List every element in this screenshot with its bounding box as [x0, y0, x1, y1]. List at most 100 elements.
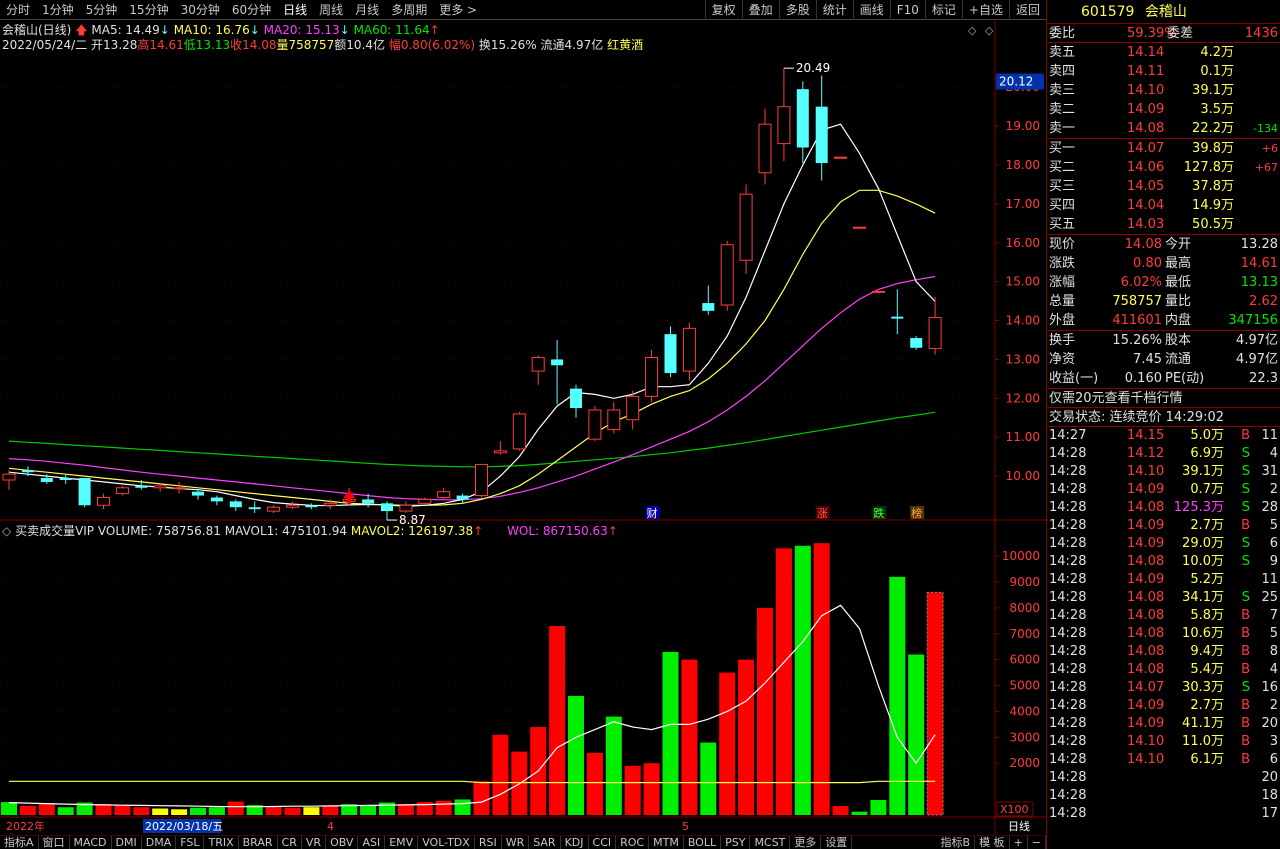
tool-button-4[interactable]: 画线 — [852, 0, 890, 20]
price-axis-label: 13.00 — [1006, 352, 1040, 366]
period-tab-4[interactable]: 30分钟 — [175, 0, 226, 20]
indicator-tab-23[interactable]: MCST — [750, 836, 791, 849]
period-tab-2[interactable]: 5分钟 — [80, 0, 124, 20]
indicator-tab-12[interactable]: EMV — [385, 836, 419, 849]
ask-level-4[interactable]: 卖一 14.08 22.2万 -134 — [1047, 119, 1280, 138]
indicator-tab-4[interactable]: DMA — [142, 836, 177, 849]
candle-body — [2, 473, 16, 481]
ask-level-0[interactable]: 卖五 14.14 4.2万 — [1047, 43, 1280, 62]
tool-button-8[interactable]: 返回 — [1008, 0, 1046, 20]
indicator-tab-11[interactable]: ASI — [358, 836, 386, 849]
indicator-tab-18[interactable]: CCI — [589, 836, 617, 849]
indicator-tab-24[interactable]: 更多 — [790, 836, 822, 849]
indicator-tab-6[interactable]: TRIX — [204, 836, 239, 849]
template-tab-2[interactable]: + — [1010, 836, 1028, 849]
trade-row: 14:28 14.09 5.2万 11 — [1047, 571, 1280, 589]
tool-button-0[interactable]: 复权 — [704, 0, 742, 20]
template-tab-3[interactable]: − — [1028, 836, 1046, 849]
period-tab-3[interactable]: 15分钟 — [123, 0, 174, 20]
trade-count: 20 — [1261, 770, 1278, 785]
indicator-tab-9[interactable]: VR — [302, 836, 327, 849]
stat-row-4[interactable]: 外盘 411601 内盘 347156 — [1047, 311, 1280, 330]
share-stat-label: 流通 — [1165, 352, 1192, 367]
trade-row: 14:28 14.09 2.7万 B 5 — [1047, 517, 1280, 535]
stat-row-2[interactable]: 涨幅 6.02% 最低 13.13 — [1047, 273, 1280, 292]
period-tab-9[interactable]: 多周期 — [385, 0, 433, 20]
period-tab-10[interactable]: 更多 > — [433, 0, 483, 20]
share-stat-row-1[interactable]: 净资 7.45 流通 4.97亿 — [1047, 350, 1280, 369]
concept-tag[interactable]: 红黄酒 — [607, 38, 643, 52]
stat-value: 411601 — [1112, 313, 1162, 328]
trade-price: 14.07 — [1127, 680, 1165, 695]
trade-side: S — [1241, 536, 1250, 551]
volume-bar — [57, 807, 74, 815]
indicator-tab-3[interactable]: DMI — [112, 836, 142, 849]
stat-row-0[interactable]: 现价 14.08 今开 13.28 — [1047, 235, 1280, 254]
indicator-tab-20[interactable]: MTM — [649, 836, 684, 849]
trade-row: 14:28 14.10 39.1万 S 31 — [1047, 463, 1280, 481]
candle-body — [418, 498, 432, 504]
indicator-tab-15[interactable]: WR — [502, 836, 530, 849]
bid-level-4[interactable]: 买五 14.03 50.5万 — [1047, 215, 1280, 234]
tool-button-7[interactable]: +自选 — [961, 0, 1009, 20]
stat-row-1[interactable]: 涨跌 0.80 最高 14.61 — [1047, 254, 1280, 273]
tool-button-2[interactable]: 多股 — [778, 0, 816, 20]
indicator-tab-5[interactable]: FSL — [176, 836, 205, 849]
tool-button-6[interactable]: 标记 — [924, 0, 962, 20]
ask-level-3[interactable]: 卖二 14.09 3.5万 — [1047, 100, 1280, 119]
indicator-tab-2[interactable]: MACD — [70, 836, 112, 849]
indicator-tab-22[interactable]: PSY — [721, 836, 751, 849]
indicator-tab-19[interactable]: ROC — [616, 836, 650, 849]
trade-side: B — [1241, 518, 1250, 533]
share-stat-row-2[interactable]: 收益(一) 0.160 PE(动) 22.3 — [1047, 369, 1280, 388]
period-tab-8[interactable]: 月线 — [349, 0, 385, 20]
candle-body — [891, 316, 904, 319]
bid-level-1[interactable]: 买二 14.06 127.8万 +67 — [1047, 158, 1280, 177]
indicator-tab-0[interactable]: 指标A — [0, 836, 39, 849]
period-tab-5[interactable]: 60分钟 — [226, 0, 277, 20]
period-tab-0[interactable]: 分时 — [0, 0, 36, 20]
bid-level-2[interactable]: 买三 14.05 37.8万 — [1047, 177, 1280, 196]
candle-body — [570, 388, 582, 409]
share-stat-row-0[interactable]: 换手 15.26% 股本 4.97亿 — [1047, 331, 1280, 350]
chart-area[interactable]: 20.0019.0018.0017.0016.0015.0014.0013.00… — [0, 20, 1046, 849]
tool-button-5[interactable]: F10 — [889, 0, 925, 20]
indicator-tab-14[interactable]: RSI — [475, 836, 502, 849]
stat-value: 6.02% — [1120, 275, 1162, 290]
indicator-tab-16[interactable]: SAR — [529, 836, 561, 849]
trade-time: 14:28 — [1049, 734, 1087, 749]
period-tab-1[interactable]: 1分钟 — [36, 0, 80, 20]
indicator-tab-8[interactable]: CR — [278, 836, 302, 849]
indicator-tab-17[interactable]: KDJ — [561, 836, 589, 849]
ask-level-1[interactable]: 卖四 14.11 0.1万 — [1047, 62, 1280, 81]
template-tab-0[interactable]: 指标B — [937, 836, 976, 849]
kline-chart[interactable]: 20.0019.0018.0017.0016.0015.0014.0013.00… — [0, 20, 1046, 835]
period-tab-6[interactable]: 日线 — [277, 0, 313, 20]
ask-level-2[interactable]: 卖三 14.10 39.1万 — [1047, 81, 1280, 100]
candle-body — [551, 359, 564, 366]
volume-bar — [775, 548, 792, 815]
tool-button-1[interactable]: 叠加 — [741, 0, 779, 20]
tick-trades-list[interactable]: 14:27 14.15 5.0万 B 11 14:28 14.12 6.9万 S 4 14:28 14… — [1047, 427, 1280, 823]
candle-body — [607, 409, 621, 430]
indicator-tab-1[interactable]: 窗口 — [39, 836, 70, 849]
trade-time: 14:28 — [1049, 788, 1087, 803]
candle-body — [531, 357, 545, 372]
time-label-may: 5 — [682, 820, 689, 833]
indicator-tab-7[interactable]: BRAR — [239, 836, 278, 849]
indicator-tab-25[interactable]: 设置 — [821, 836, 853, 849]
template-tab-1[interactable]: 模 板 — [975, 836, 1010, 849]
period-tab-7[interactable]: 周线 — [313, 0, 349, 20]
bid-level-3[interactable]: 买四 14.04 14.9万 — [1047, 196, 1280, 215]
indicator-tab-10[interactable]: OBV — [326, 836, 359, 849]
promo-row[interactable]: 仅需20元查看千档行情 — [1047, 389, 1280, 408]
promo-text[interactable]: 仅需20元查看千档行情 — [1049, 389, 1183, 408]
bid-change: +67 — [1254, 161, 1278, 174]
bid-level-0[interactable]: 买一 14.07 39.8万 +6 — [1047, 139, 1280, 158]
tool-button-3[interactable]: 统计 — [815, 0, 853, 20]
trade-row: 14:28 14.08 5.4万 B 4 — [1047, 661, 1280, 679]
indicator-tab-21[interactable]: BOLL — [684, 836, 722, 849]
trade-row: 14:28 14.07 30.3万 S 16 — [1047, 679, 1280, 697]
stat-row-3[interactable]: 总量 758757 量比 2.62 — [1047, 292, 1280, 311]
indicator-tab-13[interactable]: VOL-TDX — [418, 836, 475, 849]
